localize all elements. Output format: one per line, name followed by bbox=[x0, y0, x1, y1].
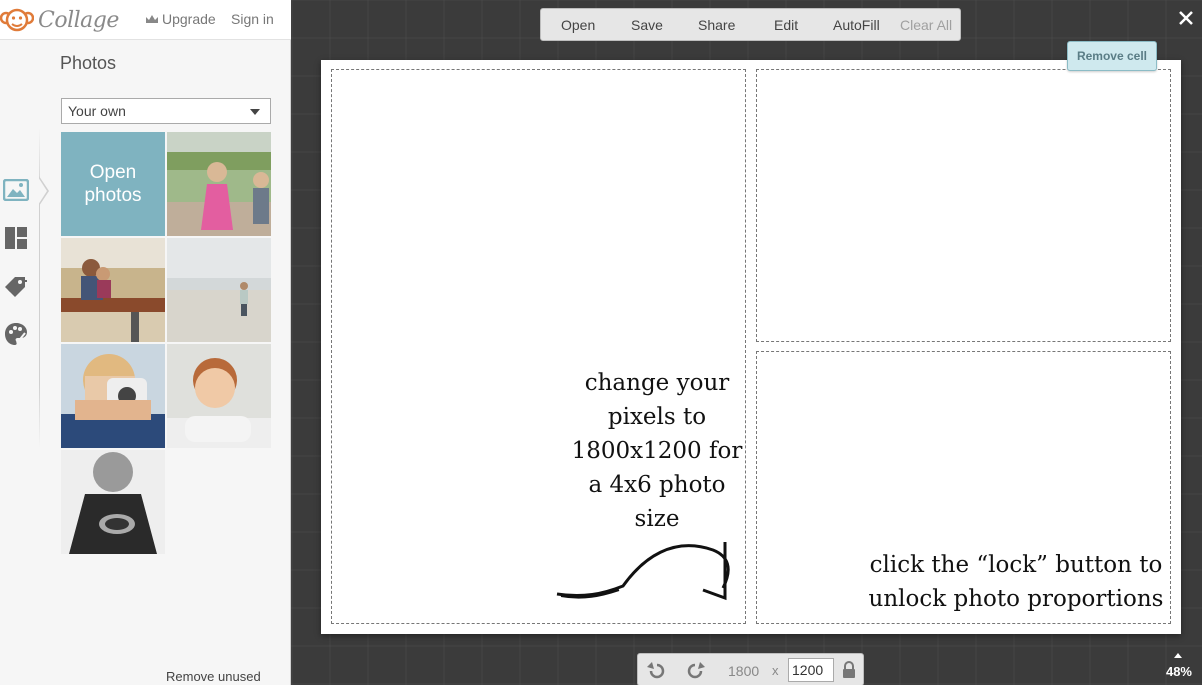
save-button[interactable]: Save bbox=[631, 17, 663, 33]
close-icon[interactable] bbox=[1178, 10, 1194, 26]
logo[interactable]: Collage bbox=[0, 6, 119, 34]
zoom-up-icon[interactable] bbox=[1174, 653, 1182, 658]
photo-source-value: Your own bbox=[68, 103, 126, 119]
photo-thumbnail[interactable] bbox=[61, 238, 165, 342]
remove-unused-link[interactable]: Remove unused bbox=[166, 669, 261, 684]
photo-toddler bbox=[167, 344, 271, 448]
photos-icon bbox=[3, 179, 29, 201]
layouts-tab[interactable] bbox=[2, 224, 30, 252]
crown-icon bbox=[146, 14, 158, 23]
layouts-icon bbox=[5, 227, 27, 249]
photo-girl-grass bbox=[167, 132, 271, 236]
stickers-icon bbox=[5, 277, 27, 297]
instruction-note-pixels: change your pixels to 1800x1200 for a 4x… bbox=[571, 370, 743, 532]
icon-rail bbox=[0, 40, 49, 660]
top-toolbar: Open Save Share Edit AutoFill Clear All bbox=[540, 8, 961, 41]
logo-text: Collage bbox=[38, 7, 119, 33]
edit-button[interactable]: Edit bbox=[774, 17, 798, 33]
top-bar: Collage Upgrade Sign in bbox=[0, 0, 291, 40]
share-button[interactable]: Share bbox=[698, 17, 735, 33]
stickers-tab[interactable] bbox=[2, 272, 30, 300]
chevron-down-icon bbox=[250, 109, 260, 115]
left-panel: Collage Upgrade Sign in Photos Your own … bbox=[0, 0, 291, 685]
height-input[interactable] bbox=[788, 658, 834, 682]
collage-cell-top-right[interactable] bbox=[756, 69, 1171, 342]
open-button[interactable]: Open bbox=[561, 17, 595, 33]
instruction-note-lock: click the “lock” button to unlock photo … bbox=[868, 552, 1164, 612]
rotate-left-icon[interactable] bbox=[646, 660, 668, 682]
upgrade-label: Upgrade bbox=[162, 11, 216, 27]
background-tab[interactable] bbox=[2, 320, 30, 348]
photo-thumbnail[interactable] bbox=[61, 450, 165, 554]
width-value[interactable]: 1800 bbox=[728, 663, 759, 679]
rotate-right-icon[interactable] bbox=[684, 660, 706, 682]
clear-all-button[interactable]: Clear All bbox=[900, 17, 952, 33]
photo-boy-camera bbox=[61, 344, 165, 448]
remove-cell-button[interactable]: Remove cell bbox=[1067, 41, 1157, 71]
photo-thumbnail[interactable] bbox=[61, 344, 165, 448]
dimension-separator: x bbox=[772, 663, 779, 678]
upgrade-link[interactable]: Upgrade bbox=[145, 11, 216, 27]
photo-thumbnail[interactable] bbox=[167, 238, 271, 342]
lock-icon[interactable] bbox=[841, 661, 857, 679]
photo-child-beach bbox=[167, 238, 271, 342]
sign-in-link[interactable]: Sign in bbox=[231, 11, 274, 27]
photo-source-select[interactable]: Your own bbox=[61, 98, 271, 124]
workspace: Open Save Share Edit AutoFill Clear All … bbox=[291, 0, 1202, 685]
zoom-level[interactable]: 48% bbox=[1166, 664, 1192, 679]
open-photos-button[interactable]: Open photos bbox=[61, 132, 165, 236]
autofill-button[interactable]: AutoFill bbox=[833, 17, 880, 33]
curved-arrow-icon bbox=[556, 542, 730, 601]
photo-kids-bench bbox=[61, 238, 165, 342]
active-tab-pointer bbox=[38, 176, 49, 206]
panel-title: Photos bbox=[60, 53, 117, 73]
size-bar: 1800 x bbox=[637, 653, 864, 685]
photo-thumbnail[interactable] bbox=[167, 132, 271, 236]
palette-icon bbox=[5, 323, 27, 345]
photo-thumbnail[interactable] bbox=[167, 344, 271, 448]
collage-canvas: change your pixels to 1800x1200 for a 4x… bbox=[321, 60, 1181, 634]
monkey-logo-icon bbox=[0, 8, 34, 32]
photo-batman-shirt bbox=[61, 450, 165, 554]
photos-tab[interactable] bbox=[2, 176, 30, 204]
